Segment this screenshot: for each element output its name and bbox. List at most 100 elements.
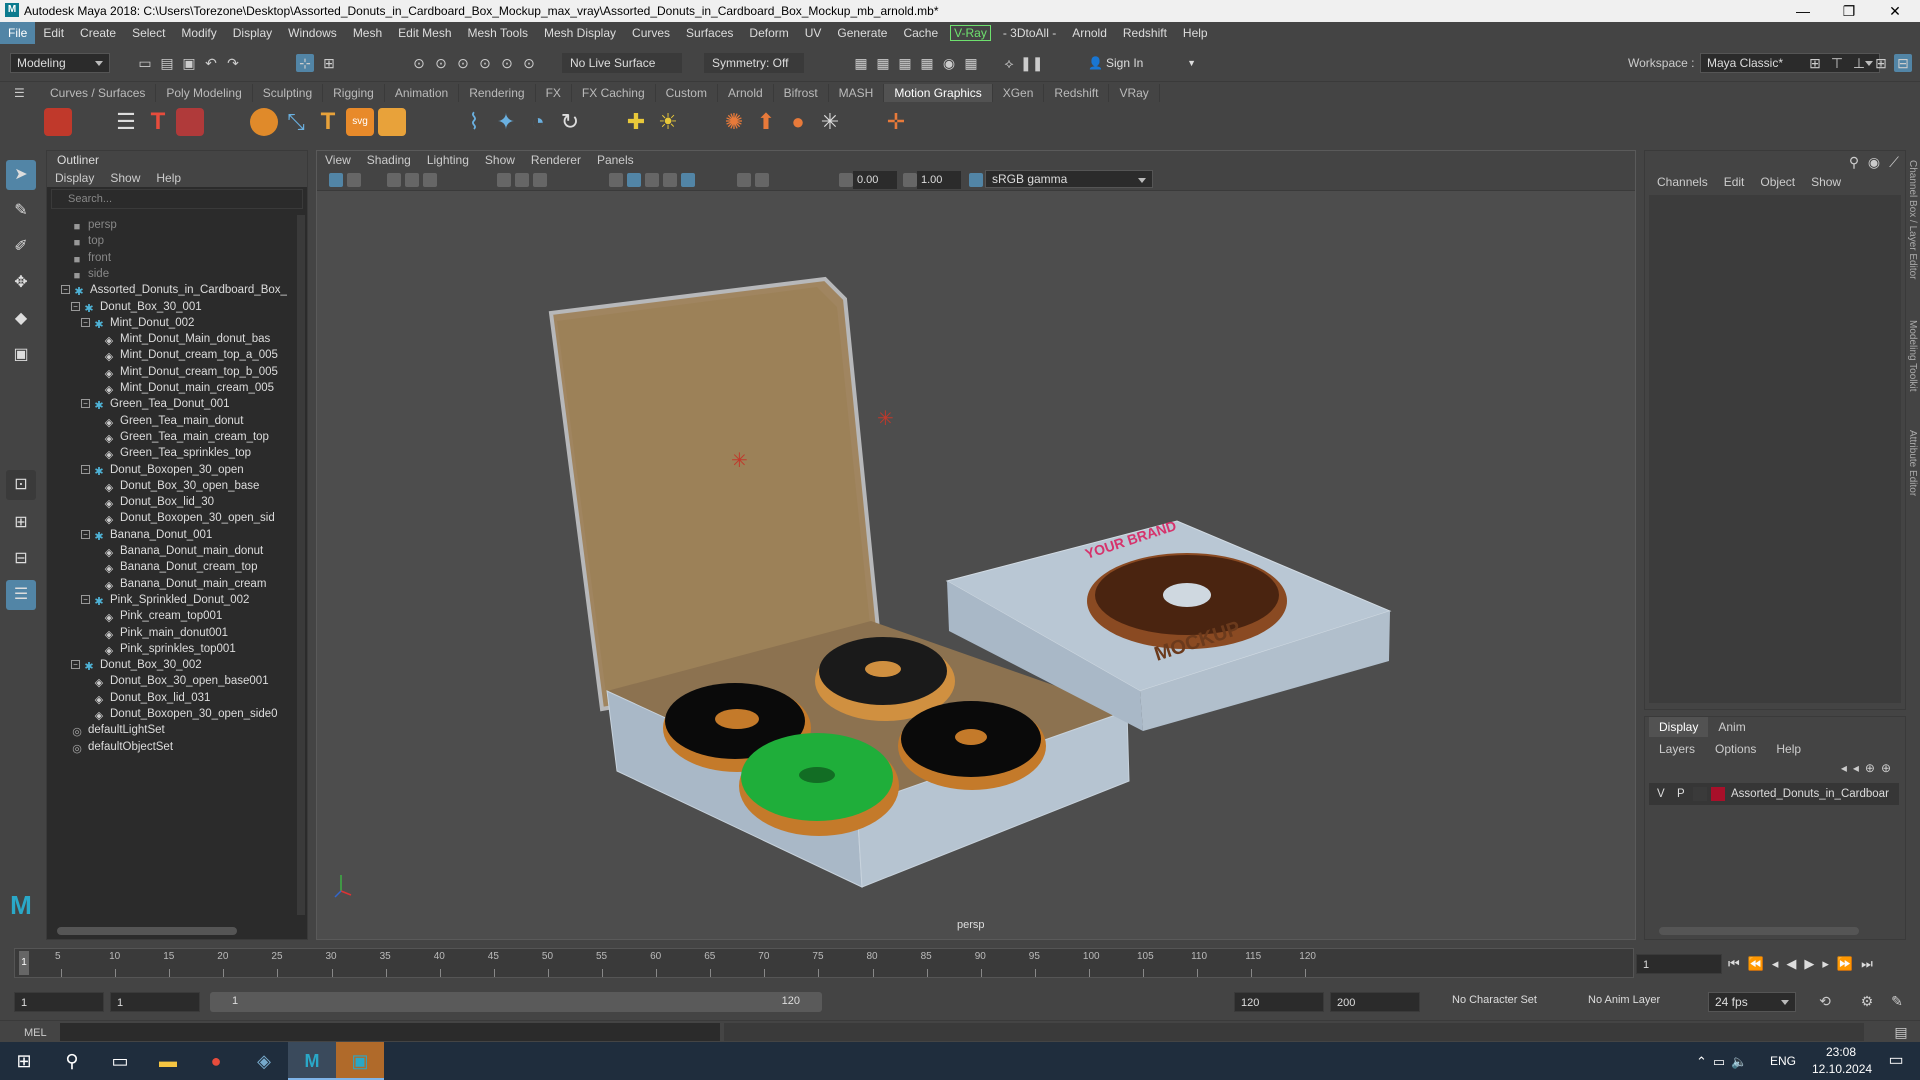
tool-settings-icon[interactable]: ⊞	[1872, 54, 1890, 72]
menu-create[interactable]: Create	[72, 22, 124, 44]
undo-icon[interactable]: ↶	[202, 54, 220, 72]
collapse-toggle-icon[interactable]: −	[71, 660, 80, 670]
minimize-button[interactable]: —	[1780, 0, 1826, 22]
snap-curve-icon[interactable]: ⊙	[432, 54, 450, 72]
side-tab-channel-box[interactable]: Channel Box / Layer Editor	[1907, 160, 1918, 280]
layer-playback-toggle[interactable]: P	[1677, 783, 1685, 805]
menu-uv[interactable]: UV	[797, 22, 830, 44]
sign-in-button[interactable]: 👤 Sign In ▼	[1084, 53, 1196, 73]
layer-menu-help[interactable]: Help	[1766, 739, 1811, 759]
shelf-tab-mash[interactable]: MASH	[829, 84, 885, 102]
emitter-icon[interactable]: ✳	[816, 108, 844, 136]
sphere-instance-icon[interactable]	[250, 108, 278, 136]
collapse-toggle-icon[interactable]: −	[81, 529, 90, 539]
select-tool-icon[interactable]: ➤	[6, 160, 36, 190]
svg-tool-icon[interactable]: svg	[346, 108, 374, 136]
gamma-icon[interactable]	[903, 173, 917, 187]
color-management-icon[interactable]	[969, 173, 983, 187]
command-line[interactable]: MEL ▤	[0, 1020, 1920, 1042]
outliner-menu-help[interactable]: Help	[148, 169, 189, 187]
layer-visibility-toggle[interactable]: V	[1657, 783, 1665, 805]
arnold-render-icon[interactable]: ⟡	[1000, 54, 1018, 72]
mel-input[interactable]	[60, 1023, 720, 1041]
menu-edit[interactable]: Edit	[35, 22, 72, 44]
select-by-object-icon[interactable]: ⊞	[320, 54, 338, 72]
channel-menu-edit[interactable]: Edit	[1716, 173, 1753, 191]
close-button[interactable]: ✕	[1872, 0, 1918, 22]
character-set-dropdown[interactable]: No Character Set	[1452, 994, 1537, 1006]
animation-start-field[interactable]: 1	[14, 992, 104, 1012]
list-icon[interactable]: ☰	[112, 108, 140, 136]
image-plane-icon[interactable]	[387, 173, 401, 187]
current-frame-field[interactable]: 1	[1636, 954, 1722, 974]
snap-pivot-icon[interactable]: ⊙	[520, 54, 538, 72]
single-view-icon[interactable]: ⊡	[6, 470, 36, 500]
snap-grid-icon[interactable]: ⊙	[410, 54, 428, 72]
app-icon[interactable]: ◈	[240, 1042, 288, 1080]
menu-cache[interactable]: Cache	[895, 22, 946, 44]
bend-icon[interactable]: ◔	[524, 108, 552, 136]
menu-deform[interactable]: Deform	[741, 22, 796, 44]
viewport-menu-renderer[interactable]: Renderer	[523, 151, 589, 169]
menu-v-ray[interactable]: V-Ray	[950, 25, 991, 41]
shelf-menu-icon[interactable]: ☰	[14, 86, 32, 100]
search-icon[interactable]: ⚲	[48, 1042, 96, 1080]
layer-name[interactable]: Assorted_Donuts_in_Cardboar	[1731, 783, 1889, 805]
current-time-marker[interactable]: 1	[19, 951, 29, 975]
shelf-tab-curves-surfaces[interactable]: Curves / Surfaces	[40, 84, 157, 102]
twist-icon[interactable]: ✦	[492, 108, 520, 136]
2d-pan-icon[interactable]	[405, 173, 419, 187]
outliner-menu-show[interactable]: Show	[102, 169, 148, 187]
camera-attributes-icon[interactable]	[329, 173, 343, 187]
locator-icon[interactable]: ✚	[622, 108, 650, 136]
outliner-item[interactable]: ◎ defaultObjectSet	[71, 737, 173, 757]
clock-date[interactable]: 12.10.2024	[1812, 1062, 1872, 1076]
tray-icons[interactable]: ⌃▭🔈	[1696, 1054, 1753, 1070]
layer-tab-display[interactable]: Display	[1649, 717, 1709, 737]
fps-dropdown[interactable]: 24 fps	[1708, 992, 1796, 1012]
shelf-tab-xgen[interactable]: XGen	[993, 84, 1045, 102]
type-text-icon[interactable]: T	[144, 108, 172, 136]
add-icon[interactable]: ✛	[882, 108, 910, 136]
maya-taskbar-icon[interactable]: M	[288, 1042, 336, 1080]
pause-render-icon[interactable]: ❚❚	[1020, 54, 1043, 72]
collapse-toggle-icon[interactable]: −	[81, 594, 90, 604]
collapse-toggle-icon[interactable]: −	[61, 285, 70, 295]
app2-taskbar-icon[interactable]: ▣	[336, 1042, 384, 1080]
layer-type-toggle[interactable]	[1693, 787, 1707, 801]
menu-modify[interactable]: Modify	[173, 22, 224, 44]
layer-h-scrollbar[interactable]	[1659, 927, 1859, 935]
lasso-tool-icon[interactable]: ✎	[6, 196, 36, 226]
shelf-tab-sculpting[interactable]: Sculpting	[253, 84, 324, 102]
outliner-scrollbar[interactable]	[297, 215, 305, 915]
yandex-browser-icon[interactable]: ●	[192, 1042, 240, 1080]
exposure-icon[interactable]	[839, 173, 853, 187]
rotate-deformer-icon[interactable]: ↻	[556, 108, 584, 136]
isolate-icon[interactable]	[737, 173, 751, 187]
mograph-cube-icon[interactable]	[44, 108, 72, 136]
menu-file[interactable]: File	[0, 22, 36, 44]
layer-menu-layers[interactable]: Layers	[1649, 739, 1705, 759]
render-view-icon[interactable]: ▦	[962, 54, 980, 72]
four-view-icon[interactable]: ⊞	[6, 508, 36, 538]
file-explorer-icon[interactable]: ▬	[144, 1042, 192, 1080]
light-marker-icon[interactable]: ✳	[731, 450, 748, 472]
task-view-icon[interactable]: ▭	[96, 1042, 144, 1080]
display-layer-row[interactable]: V P Assorted_Donuts_in_Cardboar	[1649, 783, 1899, 805]
symmetry-field[interactable]: Symmetry: Off	[704, 53, 804, 73]
gamma-field[interactable]: 1.00	[917, 171, 961, 189]
shelf-tab-redshift[interactable]: Redshift	[1044, 84, 1110, 102]
redo-icon[interactable]: ↷	[224, 54, 242, 72]
render-frame-icon[interactable]: ▦	[852, 54, 870, 72]
channel-box-toggle-icon[interactable]: ⊟	[1894, 54, 1912, 72]
hypershade-icon[interactable]: ◉	[940, 54, 958, 72]
menu-generate[interactable]: Generate	[829, 22, 895, 44]
shadows-icon[interactable]	[681, 173, 695, 187]
collision-icon[interactable]: ●	[784, 108, 812, 136]
shelf-tab-motion-graphics[interactable]: Motion Graphics	[884, 84, 993, 102]
open-scene-icon[interactable]: ▤	[158, 54, 176, 72]
shelf-tab-fx-caching[interactable]: FX Caching	[572, 84, 656, 102]
viewport-menu-lighting[interactable]: Lighting	[419, 151, 477, 169]
channel-menu-channels[interactable]: Channels	[1649, 173, 1716, 191]
language-indicator[interactable]: ENG	[1770, 1054, 1796, 1068]
